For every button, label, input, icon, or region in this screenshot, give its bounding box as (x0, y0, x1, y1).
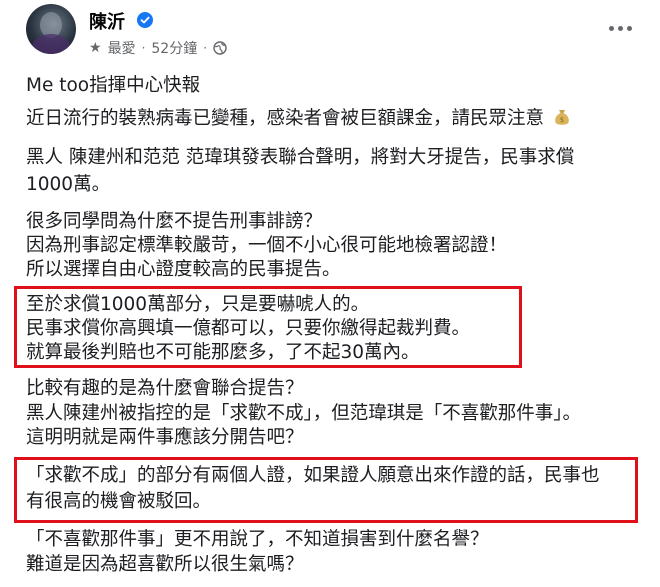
post-line: 民事求償你高興填一億都可以，只要你繳得起裁判費。 (26, 318, 471, 339)
post-line: 這明明就是兩件事應該分開告吧？ (26, 427, 304, 448)
post-line: 有很高的機會被駁回。 (26, 491, 212, 512)
post-line: 近日流行的裝熟病毒已變種，感染者會被巨額課金，請民眾注意 $ (26, 107, 572, 131)
post-line: 黑人 陳建州和范范 范瑋琪發表聯合聲明，將對大牙提告，民事求償 (26, 147, 575, 168)
verified-badge-icon (137, 12, 153, 28)
post-line: 「不喜歡那件事」更不用說了，不知道損害到什麼名譽？ (26, 529, 489, 550)
avatar-body (32, 34, 70, 54)
money-bag-icon: $ (555, 110, 569, 125)
star-icon: ★ (89, 40, 102, 56)
post-line: 「求歡不成」的部分有兩個人證，如果證人願意出來作證的話，民事也 (26, 465, 600, 486)
author-name[interactable]: 陳沂 (89, 8, 125, 34)
globe-icon[interactable] (213, 41, 227, 55)
post-line: 黑人陳建州被指控的是「求歡不成」，但范瑋琪是「不喜歡那件事」。 (26, 403, 582, 424)
post-time[interactable]: 52分鐘 (151, 38, 197, 58)
avatar[interactable] (26, 4, 76, 54)
post-line: 至於求償1000萬部分，只是要嚇唬人的。 (26, 294, 370, 315)
post-line: 比較有趣的是為什麼會聯合提告？ (26, 378, 304, 399)
meta-separator: · (203, 41, 208, 55)
post-line: 很多同學問為什麼不提告刑事誹謗？ (26, 211, 323, 232)
post-line: Me too指揮中心快報 (26, 75, 201, 96)
post-line: 所以選擇自由心證度較高的民事提告。 (26, 259, 341, 280)
post-header: 陳沂 ★ 最愛 · 52分鐘 · (0, 0, 660, 66)
more-options-icon[interactable] (600, 18, 640, 38)
post-line-text: 近日流行的裝熟病毒已變種，感染者會被巨額課金，請民眾注意 (26, 108, 545, 129)
post-line: 就算最後判賠也不可能那麼多，了不起30萬內。 (26, 342, 420, 363)
post-meta: ★ 最愛 · 52分鐘 · (89, 38, 227, 58)
post-line: 因為刑事認定標準較嚴苛，一個不小心很可能地檢署認證！ (26, 235, 508, 256)
svg-text:$: $ (560, 116, 564, 124)
post-line: 難道是因為超喜歡所以很生氣嗎？ (26, 554, 304, 575)
meta-separator: · (141, 41, 146, 55)
favorite-label: 最愛 (107, 41, 136, 57)
post-line: 1000萬。 (26, 174, 111, 195)
